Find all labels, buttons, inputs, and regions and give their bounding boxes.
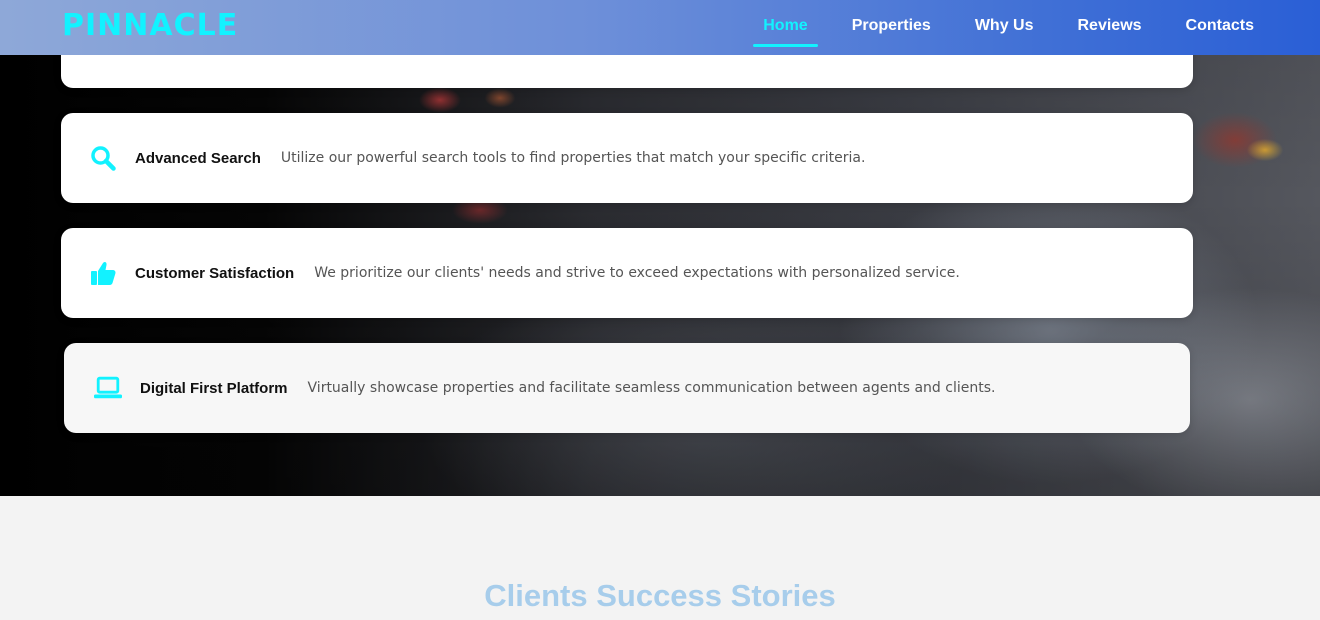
feature-description: Utilize our powerful search tools to fin… xyxy=(280,150,866,166)
feature-title: Customer Satisfaction xyxy=(135,264,295,282)
feature-card-advanced-search: Advanced Search Utilize our powerful sea… xyxy=(61,113,1193,203)
feature-card-digital-first-platform: Digital First Platform Virtually showcas… xyxy=(64,343,1190,433)
feature-description: Virtually showcase properties and facili… xyxy=(307,380,996,396)
feature-card-customer-satisfaction: Customer Satisfaction We prioritize our … xyxy=(61,228,1193,318)
feature-description: We prioritize our clients' needs and str… xyxy=(314,265,960,281)
thumbs-up-icon xyxy=(89,259,117,287)
top-navbar: PINNACLE Home Properties Why Us Reviews … xyxy=(0,0,1320,55)
nav-link-properties[interactable]: Properties xyxy=(830,0,953,55)
nav-link-home[interactable]: Home xyxy=(741,0,829,55)
search-icon xyxy=(89,144,117,172)
feature-title: Advanced Search xyxy=(135,149,261,167)
brand-logo[interactable]: PINNACLE xyxy=(62,8,238,44)
laptop-icon xyxy=(94,374,122,402)
nav-link-contacts[interactable]: Contacts xyxy=(1164,0,1276,55)
nav-link-reviews[interactable]: Reviews xyxy=(1056,0,1164,55)
section-title-success-stories: Clients Success Stories xyxy=(484,578,836,613)
nav-links: Home Properties Why Us Reviews Contacts xyxy=(741,0,1276,55)
feature-title: Digital First Platform xyxy=(140,379,288,397)
nav-link-why-us[interactable]: Why Us xyxy=(953,0,1056,55)
